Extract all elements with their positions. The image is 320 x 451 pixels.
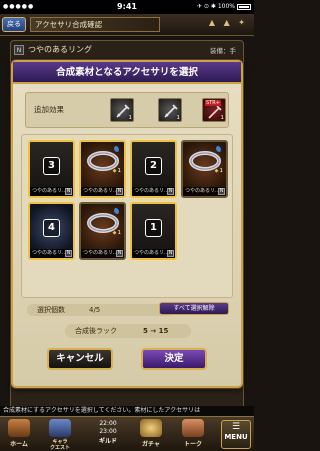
equip-slot: 装備：手 bbox=[210, 47, 236, 55]
rarity-badge: N bbox=[14, 45, 24, 55]
material-card[interactable]: 1 つやのあるリ... N bbox=[79, 202, 126, 260]
gacha-icon bbox=[140, 419, 162, 437]
background-item-name: つやのあるリング bbox=[28, 45, 92, 54]
hud-icons: ▲ ▲ ✦ bbox=[208, 18, 248, 27]
material-card[interactable]: 1 つやのあるリ... N bbox=[79, 140, 126, 198]
nav-quest-label: キャラ クエスト bbox=[49, 439, 70, 451]
bottom-message: 合成素材にするアクセサリを選択してください。素材にしたアクセサリは bbox=[0, 406, 254, 416]
status-icons: ✈ ⊙ ✱ bbox=[197, 3, 216, 10]
nav-home-label: ホーム bbox=[10, 441, 28, 448]
material-card[interactable]: 1 つやのあるリ... N bbox=[181, 140, 228, 198]
material-card[interactable]: 2 つやのあるリ... N bbox=[130, 140, 177, 198]
material-card[interactable]: 4 つやのあるリ... N bbox=[28, 202, 75, 260]
selection-number: 4 bbox=[43, 219, 60, 237]
card-level: 1 bbox=[113, 168, 122, 174]
rarity-badge: N bbox=[65, 188, 72, 195]
top-bar: 戻る アクセサリ合成確認 ▲ ▲ ✦ bbox=[0, 14, 254, 36]
bottom-nav: ホーム キャラ クエスト 22:00 23:00 ギルド ガチャ トーク ☰ M… bbox=[0, 416, 254, 451]
nav-talk[interactable]: トーク bbox=[174, 419, 212, 450]
rank-after-synthesis-row: 合成後ラック 5 → 15 bbox=[65, 324, 191, 338]
nav-guild[interactable]: 22:00 23:00 ギルド bbox=[88, 420, 128, 446]
nav-guild-label: ギルド bbox=[98, 438, 117, 445]
nav-talk-label: トーク bbox=[183, 441, 202, 448]
back-button[interactable]: 戻る bbox=[2, 17, 26, 32]
rarity-badge: N bbox=[167, 250, 174, 257]
material-select-dialog: 合成素材となるアクセサリを選択 追加効果 1 1 STR+ 1 3 つやのあるリ… bbox=[11, 60, 243, 388]
card-level: 1 bbox=[113, 230, 122, 236]
clear-all-selection-button[interactable]: すべて選択解除 bbox=[159, 302, 229, 315]
page-title: アクセサリ合成確認 bbox=[30, 17, 160, 32]
sword-icon[interactable]: 1 bbox=[110, 98, 134, 122]
quest-icon bbox=[49, 419, 71, 437]
card-level: 1 bbox=[215, 168, 224, 174]
background-item-header: N つやのあるリング 装備：手 bbox=[14, 44, 240, 58]
clock-end: 23:00 bbox=[99, 428, 117, 435]
selection-number: 2 bbox=[145, 157, 162, 175]
rank-label: 合成後ラック bbox=[75, 327, 117, 335]
rarity-badge: N bbox=[116, 250, 123, 257]
str-tag: STR+ bbox=[205, 100, 221, 106]
battery-percent: 100% bbox=[217, 3, 235, 10]
home-icon bbox=[8, 419, 30, 437]
rank-value: 5 → 15 bbox=[143, 327, 169, 335]
clock-start: 22:00 bbox=[99, 420, 117, 427]
menu-label: MENU bbox=[224, 433, 248, 441]
nav-gacha-label: ガチャ bbox=[142, 441, 160, 448]
additional-effects-panel: 追加効果 1 1 STR+ 1 bbox=[25, 92, 229, 128]
material-card[interactable]: 1 つやのあるリ... N bbox=[130, 202, 177, 260]
selection-count-row: 選択個数 4/5 bbox=[27, 304, 175, 316]
effect-count: 1 bbox=[176, 115, 181, 121]
menu-icon: ☰ bbox=[231, 422, 241, 432]
nav-gacha[interactable]: ガチャ bbox=[134, 419, 168, 450]
selection-count-value: 4/5 bbox=[89, 306, 101, 314]
effects-label: 追加効果 bbox=[34, 105, 64, 114]
rarity-badge: N bbox=[65, 250, 72, 257]
battery-icon bbox=[237, 3, 251, 10]
nav-home[interactable]: ホーム bbox=[3, 419, 35, 450]
effect-count: 1 bbox=[220, 115, 225, 121]
sword-icon[interactable]: 1 bbox=[158, 98, 182, 122]
selection-number: 1 bbox=[145, 219, 162, 237]
nav-character-quest[interactable]: キャラ クエスト bbox=[40, 419, 80, 451]
rarity-badge: N bbox=[218, 188, 225, 195]
selection-count-label: 選択個数 bbox=[37, 306, 65, 314]
rarity-badge: N bbox=[116, 188, 123, 195]
status-right: ✈ ⊙ ✱ 100% bbox=[197, 3, 251, 10]
cancel-button[interactable]: キャンセル bbox=[47, 348, 113, 370]
confirm-button[interactable]: 決定 bbox=[141, 348, 207, 370]
dialog-title: 合成素材となるアクセサリを選択 bbox=[13, 62, 241, 84]
effect-count: 1 bbox=[128, 115, 133, 121]
talk-icon bbox=[182, 419, 204, 437]
menu-button[interactable]: ☰ MENU bbox=[221, 420, 251, 449]
str-icon[interactable]: STR+ 1 bbox=[202, 98, 226, 122]
material-card[interactable]: 3 つやのあるリ... N bbox=[28, 140, 75, 198]
material-grid: 3 つやのあるリ... N 1 つやのあるリ... N 2 つやのあるリ... … bbox=[21, 134, 233, 298]
selection-number: 3 bbox=[43, 157, 60, 175]
status-bar: ●●●●● 9:41 ✈ ⊙ ✱ 100% bbox=[0, 0, 254, 14]
rarity-badge: N bbox=[167, 188, 174, 195]
